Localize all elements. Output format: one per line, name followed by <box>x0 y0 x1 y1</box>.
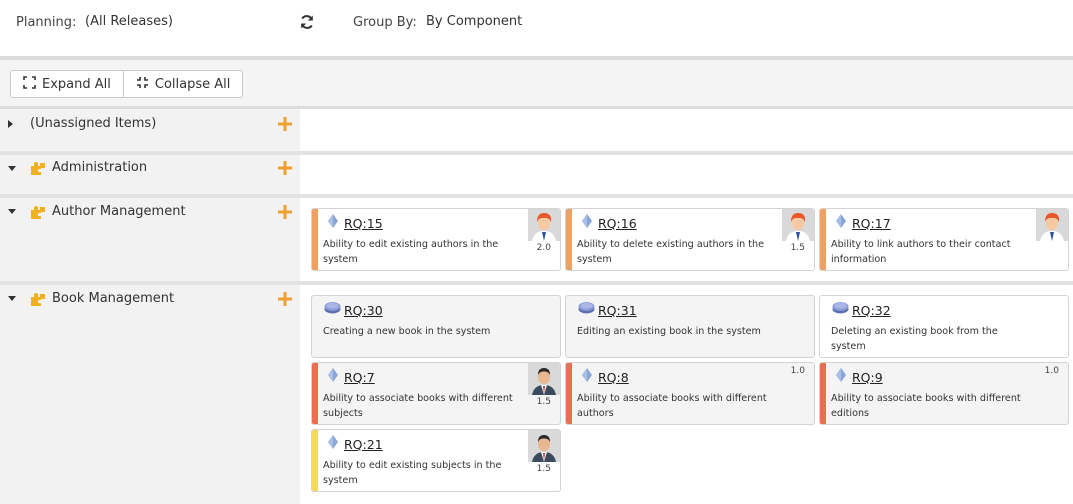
requirement-card[interactable]: RQ:16 Ability to delete existing authors… <box>565 208 815 271</box>
requirement-icon <box>327 214 339 228</box>
estimate-value: 1.0 <box>790 366 805 376</box>
priority-bar <box>312 363 318 424</box>
planning-label: Planning: <box>16 15 77 30</box>
card-description: Creating a new book in the system <box>323 326 491 337</box>
priority-bar <box>566 363 572 424</box>
add-item-icon[interactable] <box>277 291 293 307</box>
epic-card[interactable]: RQ:31 Editing an existing book in the sy… <box>565 295 815 358</box>
expand-icon <box>23 75 36 93</box>
epic-card[interactable]: RQ:30 Creating a new book in the system <box>311 295 561 358</box>
priority-bar <box>312 430 318 491</box>
epic-icon <box>324 301 341 314</box>
requirement-card[interactable]: RQ:21 Ability to edit existing subjects … <box>311 429 561 492</box>
component-icon <box>30 205 46 219</box>
expand-all-label: Expand All <box>42 76 111 92</box>
epic-icon <box>832 301 849 314</box>
owner-avatar <box>528 430 560 462</box>
card-description: Deleting an existing book from the syste… <box>831 326 998 352</box>
card-description: Ability to delete existing authors in th… <box>577 239 765 265</box>
expand-caret-icon[interactable] <box>8 120 13 128</box>
requirement-icon <box>581 368 593 382</box>
groupby-label: Group By: <box>353 15 417 30</box>
refresh-icon[interactable] <box>299 14 315 30</box>
card-id-link[interactable]: RQ:21 <box>344 437 383 452</box>
requirement-card[interactable]: RQ:15 Ability to edit existing authors i… <box>311 208 561 271</box>
collapse-caret-icon[interactable] <box>8 166 16 171</box>
owner-avatar <box>528 209 560 241</box>
requirement-card[interactable]: RQ:7 Ability to associate books with dif… <box>311 362 561 425</box>
collapse-icon <box>136 76 149 93</box>
estimate-value: 1.5 <box>536 397 551 407</box>
expand-all-button[interactable]: Expand All <box>11 71 123 97</box>
card-description: Editing an existing book in the system <box>577 326 761 337</box>
estimate-value: 1.5 <box>790 243 805 253</box>
owner-avatar <box>528 363 560 395</box>
card-description: Ability to associate books with differen… <box>577 393 767 419</box>
priority-bar <box>312 209 318 270</box>
card-description: Ability to edit existing authors in the … <box>323 239 499 265</box>
component-icon <box>30 161 46 175</box>
card-description: Ability to link authors to their contact… <box>831 239 1011 265</box>
card-id-link[interactable]: RQ:32 <box>852 303 891 318</box>
card-id-link[interactable]: RQ:7 <box>344 370 375 385</box>
group-header-author-management: Author Management <box>0 198 300 281</box>
priority-bar <box>566 209 572 270</box>
board-toolbar: Expand All Collapse All <box>0 60 1073 106</box>
collapse-caret-icon[interactable] <box>8 296 16 301</box>
add-item-icon[interactable] <box>277 160 293 176</box>
planning-header: Planning: (All Releases) Group By: By Co… <box>0 0 1073 56</box>
group-name: Book Management <box>52 291 175 306</box>
estimate-value: 2.0 <box>536 243 551 253</box>
planning-release-select[interactable]: (All Releases) <box>85 14 173 29</box>
priority-bar <box>820 363 826 424</box>
card-description: Ability to associate books with differen… <box>831 393 1021 419</box>
requirement-card[interactable]: RQ:8 Ability to associate books with dif… <box>565 362 815 425</box>
card-id-link[interactable]: RQ:30 <box>344 303 383 318</box>
collapse-all-label: Collapse All <box>154 76 231 92</box>
estimate-value: 1.0 <box>1044 366 1059 376</box>
group-name: Administration <box>52 160 148 175</box>
card-id-link[interactable]: RQ:16 <box>598 216 637 231</box>
card-id-link[interactable]: RQ:8 <box>598 370 629 385</box>
component-icon <box>30 292 46 306</box>
add-item-icon[interactable] <box>277 116 293 132</box>
card-id-link[interactable]: RQ:15 <box>344 216 383 231</box>
priority-bar <box>820 209 826 270</box>
groupby-select[interactable]: By Component <box>426 14 522 29</box>
epic-icon <box>578 301 595 314</box>
group-header-book-management: Book Management <box>0 285 300 504</box>
estimate-value: 1.5 <box>536 464 551 474</box>
requirement-icon <box>581 214 593 228</box>
card-id-link[interactable]: RQ:9 <box>852 370 883 385</box>
collapse-all-button[interactable]: Collapse All <box>122 71 243 97</box>
owner-avatar <box>782 209 814 241</box>
group-lane-administration <box>301 155 1073 194</box>
add-item-icon[interactable] <box>277 204 293 220</box>
requirement-card[interactable]: RQ:9 Ability to associate books with dif… <box>819 362 1069 425</box>
epic-card[interactable]: RQ:32 Deleting an existing book from the… <box>819 295 1069 358</box>
expand-collapse-group: Expand All Collapse All <box>10 70 244 98</box>
requirement-icon <box>835 214 847 228</box>
group-lane-unassigned <box>301 109 1073 151</box>
group-header-unassigned: (Unassigned Items) <box>0 109 300 151</box>
group-name: Author Management <box>52 204 186 219</box>
card-description: Ability to associate books with differen… <box>323 393 513 419</box>
requirement-card[interactable]: RQ:17 Ability to link authors to their c… <box>819 208 1069 271</box>
group-header-administration: Administration <box>0 155 300 194</box>
group-name: (Unassigned Items) <box>30 116 157 131</box>
card-id-link[interactable]: RQ:31 <box>598 303 637 318</box>
requirement-icon <box>327 368 339 382</box>
requirement-icon <box>835 368 847 382</box>
collapse-caret-icon[interactable] <box>8 209 16 214</box>
card-id-link[interactable]: RQ:17 <box>852 216 891 231</box>
card-description: Ability to edit existing subjects in the… <box>323 460 502 486</box>
requirement-icon <box>327 435 339 449</box>
owner-avatar <box>1036 209 1068 241</box>
